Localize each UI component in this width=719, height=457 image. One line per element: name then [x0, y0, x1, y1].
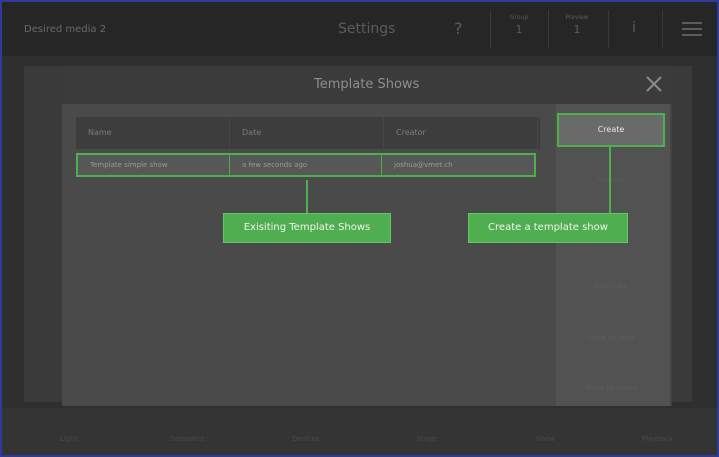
- dialog-body: [62, 104, 557, 406]
- help-icon[interactable]: ?: [454, 19, 463, 38]
- bottom-tab-light[interactable]: Light: [60, 435, 77, 443]
- divider: [608, 10, 609, 48]
- hamburger-menu-icon[interactable]: [682, 22, 702, 36]
- column-header-creator[interactable]: Creator: [384, 117, 538, 149]
- top-bar: Desired media 2 Settings ? Group 1 Previ…: [2, 2, 717, 56]
- group-label: Group: [509, 14, 529, 21]
- show-name[interactable]: Desired media 2: [24, 24, 106, 35]
- preview-value: 1: [573, 23, 581, 36]
- column-header-name[interactable]: Name: [76, 117, 230, 149]
- bottom-tab-show[interactable]: Show: [536, 435, 555, 443]
- callout-connector: [609, 147, 611, 214]
- existing-shows-callout: Exisiting Template Shows: [223, 213, 391, 243]
- group-counter[interactable]: Group 1: [497, 14, 541, 36]
- divider: [548, 10, 549, 48]
- bottom-bar: Light Sequence Devices Stage Show Playba…: [2, 408, 717, 455]
- duplicate-button[interactable]: Duplicate: [557, 282, 665, 290]
- table-row[interactable]: Template simple show a few seconds ago j…: [76, 153, 536, 177]
- bottom-tab-sequence[interactable]: Sequence: [170, 435, 205, 443]
- divider: [490, 10, 491, 48]
- divider: [662, 10, 663, 48]
- column-header-date[interactable]: Date: [230, 117, 384, 149]
- group-value: 1: [515, 23, 523, 36]
- cell-date: a few seconds ago: [230, 155, 382, 175]
- dialog-title: Template Shows: [314, 77, 420, 92]
- show-by-name-button[interactable]: Show by name: [557, 384, 665, 392]
- page-title: Settings: [338, 21, 396, 37]
- cell-name: Template simple show: [78, 155, 230, 175]
- create-button[interactable]: Create: [557, 113, 665, 147]
- template-shows-table: Name Date Creator Template simple show a…: [76, 117, 540, 177]
- table-header: Name Date Creator: [76, 117, 540, 149]
- bottom-tab-playback[interactable]: Playback: [642, 435, 673, 443]
- preview-counter[interactable]: Preview 1: [555, 14, 599, 36]
- show-by-date-button[interactable]: Show by date: [557, 334, 665, 342]
- cell-creator: joshua@vmet.ch: [394, 161, 453, 169]
- callout-connector: [306, 180, 308, 214]
- create-show-callout: Create a template show: [468, 213, 628, 243]
- remove-button[interactable]: Remove: [557, 176, 665, 184]
- dialog-header: Template Shows: [62, 66, 672, 104]
- bottom-tab-stage[interactable]: Stage: [416, 435, 436, 443]
- bottom-tab-devices[interactable]: Devices: [292, 435, 320, 443]
- close-icon[interactable]: [644, 74, 664, 94]
- info-icon[interactable]: i: [632, 20, 636, 36]
- dialog-side-panel: [556, 104, 670, 406]
- preview-label: Preview: [565, 14, 589, 21]
